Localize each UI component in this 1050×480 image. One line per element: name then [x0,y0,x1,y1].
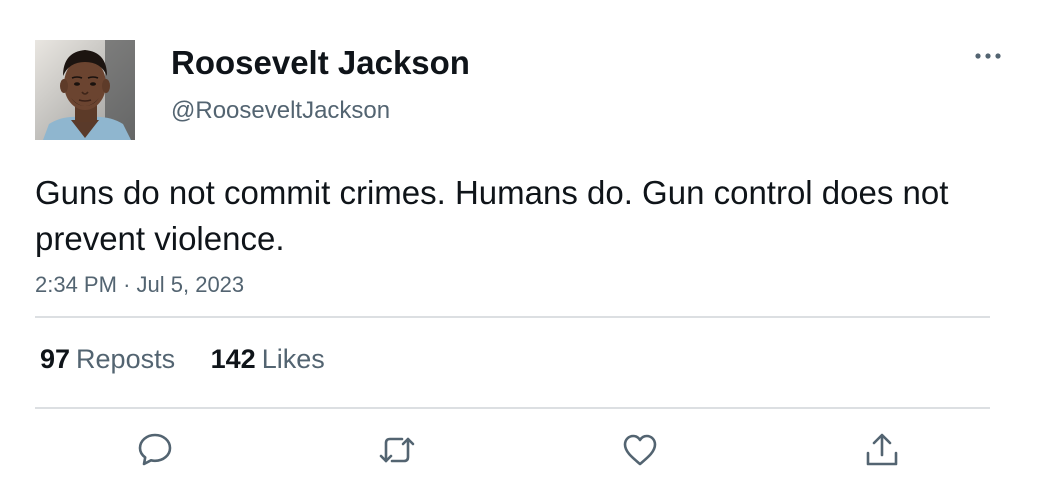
likes-count: 142 [210,344,256,374]
reply-button[interactable] [135,430,175,470]
share-icon [866,433,898,466]
likes-label: Likes [261,344,325,374]
reposts-stat[interactable]: 97 Reposts [40,342,175,376]
timestamp-separator: · [123,272,131,297]
divider [35,407,990,409]
tweet-date: Jul 5, 2023 [136,272,245,297]
divider [35,316,990,318]
tweet-stats: 97 Reposts 142 Likes [40,342,353,376]
likes-stat[interactable]: 142 Likes [211,342,325,376]
reposts-label: Reposts [76,344,176,374]
reply-icon [138,433,172,466]
more-icon [975,53,1001,59]
user-handle[interactable]: @RooseveltJackson [171,96,390,126]
tweet-time: 2:34 PM [35,272,117,297]
repost-button[interactable] [377,430,417,470]
share-button[interactable] [862,430,902,470]
tweet-timestamp[interactable]: 2:34 PM · Jul 5, 2023 [35,271,244,299]
tweet-text: Guns do not commit crimes. Humans do. Gu… [35,174,949,257]
reposts-count: 97 [40,344,71,374]
like-icon [623,434,657,466]
like-button[interactable] [620,430,660,470]
display-name[interactable]: Roosevelt Jackson [171,44,470,82]
avatar[interactable] [35,40,135,140]
repost-icon [379,437,415,463]
more-options-button[interactable] [970,42,1006,70]
